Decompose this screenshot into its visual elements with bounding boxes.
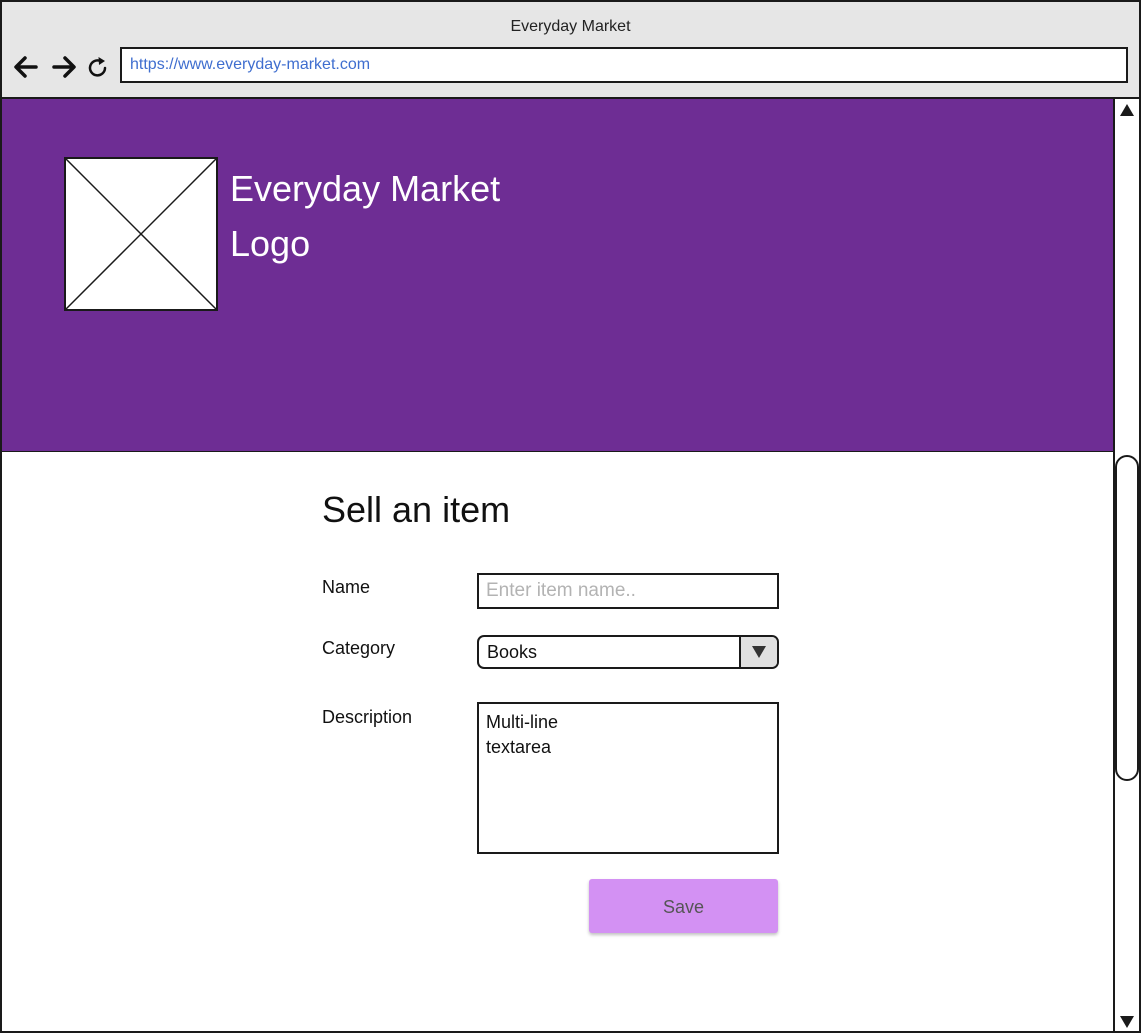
browser-toolbar: Everyday Market https://www.everyday-mar… <box>2 2 1139 99</box>
back-button[interactable] <box>12 53 40 81</box>
page-viewport: Everyday Market Logo Sell an item Name C… <box>2 99 1113 1031</box>
category-label: Category <box>322 638 396 658</box>
arrow-left-icon <box>12 53 40 81</box>
description-label: Description <box>322 707 413 727</box>
description-textarea[interactable]: Multi-line textarea <box>477 702 779 854</box>
scroll-down-icon <box>1117 1016 1137 1031</box>
logo-text: Everyday Market Logo <box>230 168 501 264</box>
scroll-up-icon <box>1117 104 1137 125</box>
header-banner: Everyday Market Logo <box>2 99 1113 452</box>
scroll-up-button[interactable] <box>1117 101 1137 121</box>
browser-window: Everyday Market https://www.everyday-mar… <box>0 0 1141 1033</box>
scroll-down-button[interactable] <box>1117 1011 1137 1031</box>
save-button[interactable]: Save <box>589 879 778 933</box>
category-selected-value: Books <box>487 642 538 662</box>
name-label: Name <box>322 577 371 597</box>
logo-image <box>64 157 218 311</box>
vertical-scrollbar[interactable] <box>1113 99 1139 1031</box>
arrow-right-icon <box>50 53 78 81</box>
window-title: Everyday Market <box>510 18 631 35</box>
reload-icon <box>86 54 110 80</box>
forward-button[interactable] <box>50 53 78 81</box>
dropdown-button[interactable] <box>739 637 777 667</box>
address-bar[interactable]: https://www.everyday-market.com <box>120 47 1128 83</box>
item-name-input[interactable] <box>477 573 779 609</box>
category-select[interactable]: Books <box>477 635 779 669</box>
scroll-thumb[interactable] <box>1115 455 1139 781</box>
reload-button[interactable] <box>86 54 110 82</box>
page-title: Sell an item <box>322 489 511 530</box>
